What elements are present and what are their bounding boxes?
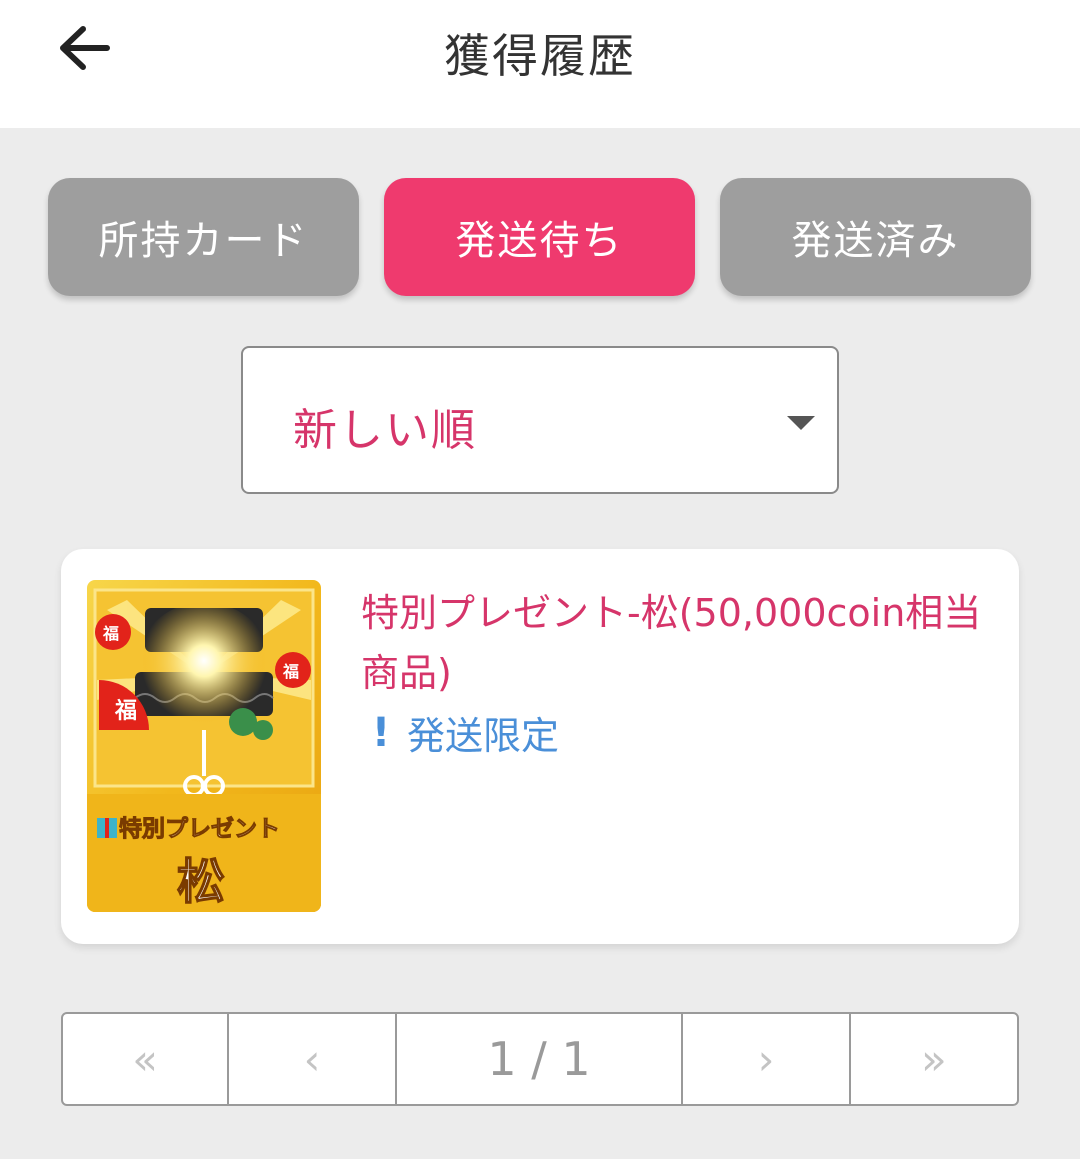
list-item[interactable]: 福 福 福 特別プレゼント 松 特別プレゼント-松(50,000coin相当商品…	[61, 549, 1019, 944]
gift-icon	[97, 818, 117, 838]
shipping-only-label: 発送限定	[407, 714, 560, 758]
sort-order-select[interactable]: 新しい順	[241, 346, 839, 494]
tab-awaiting-shipment[interactable]: 発送待ち	[384, 178, 695, 296]
tab-shipped[interactable]: 発送済み	[720, 178, 1031, 296]
app-header: 獲得履歴	[0, 0, 1080, 128]
item-thumbnail: 福 福 福 特別プレゼント 松	[87, 580, 321, 912]
page-title: 獲得履歴	[444, 29, 636, 83]
sort-selected-value: 新しい順	[293, 405, 477, 456]
item-name: 特別プレゼント-松(50,000coin相当商品)	[361, 591, 982, 695]
tab-owned-cards[interactable]: 所持カード	[48, 178, 359, 296]
page-indicator: 1 / 1	[397, 1014, 684, 1104]
first-page-button[interactable]: «	[63, 1014, 230, 1104]
caret-down-icon	[787, 416, 815, 430]
shipping-only-badge: ! 発送限定	[361, 705, 559, 760]
pagination: « ‹ 1 / 1 › »	[61, 1012, 1019, 1106]
svg-text:福: 福	[282, 662, 299, 681]
last-page-button[interactable]: »	[851, 1014, 1017, 1104]
exclamation-icon: !	[371, 709, 391, 756]
svg-text:福: 福	[102, 624, 119, 643]
svg-text:特別プレゼント: 特別プレゼント	[119, 816, 280, 842]
svg-text:松: 松	[177, 854, 225, 910]
next-page-button[interactable]: ›	[683, 1014, 851, 1104]
prev-page-button[interactable]: ‹	[229, 1014, 397, 1104]
svg-text:福: 福	[114, 699, 137, 724]
